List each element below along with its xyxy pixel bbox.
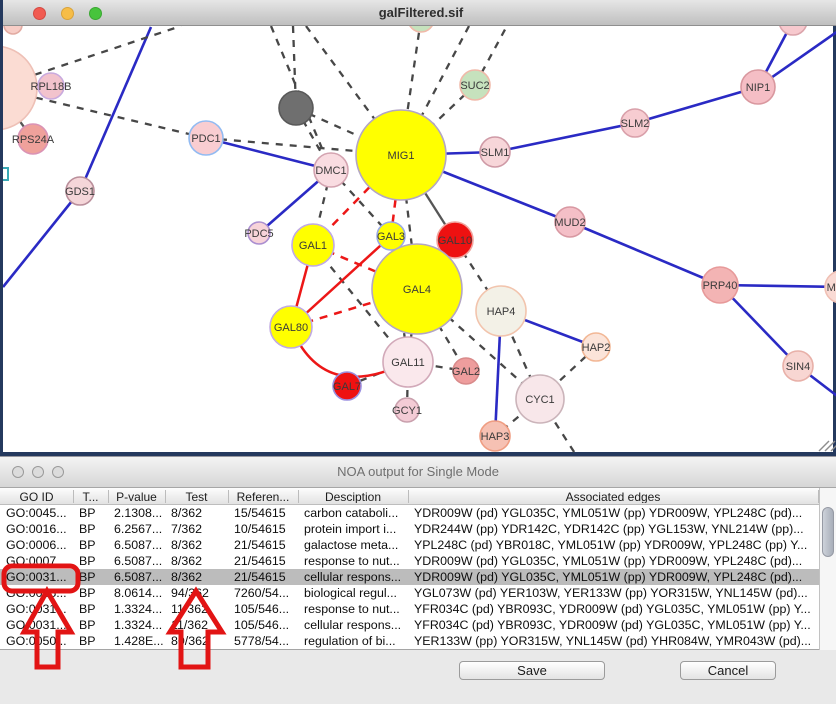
cell: YDR009W (pd) YGL035C, YML051W (pp) YDR00… bbox=[414, 570, 824, 584]
table-row[interactable]: GO:0045...BP2.1308...8/36215/54615carbon… bbox=[0, 505, 819, 521]
node-label: GAL4 bbox=[403, 284, 431, 296]
save-button[interactable]: Save bbox=[459, 661, 605, 680]
node-label: GDS1 bbox=[65, 186, 95, 198]
table-row[interactable]: GO:0031...BP6.5087...8/36221/54615cellul… bbox=[0, 569, 819, 585]
node-label: PDC5 bbox=[244, 228, 273, 240]
cell: YDR009W (pd) YGL035C, YML051W (pp) YDR00… bbox=[414, 506, 824, 520]
table-row[interactable]: GO:0006...BP6.5087...8/36221/54615galact… bbox=[0, 537, 819, 553]
column-header-go-id[interactable]: GO ID bbox=[0, 490, 74, 503]
table-header: GO IDT...P-valueTestReferen...Desciption… bbox=[0, 488, 836, 505]
cell: YFR034C (pd) YBR093C, YDR009W (pd) YGL03… bbox=[414, 602, 824, 616]
vertical-scrollbar[interactable] bbox=[819, 488, 836, 650]
cell: YFR034C (pd) YBR093C, YDR009W (pd) YGL03… bbox=[414, 618, 824, 632]
cell: YDR009W (pd) YGL035C, YML051W (pp) YDR00… bbox=[414, 554, 824, 568]
network-window: RPL18B RPS24A GDS1 PDC1 MIG1 SUC2 SLM1 SLM2 NIP1… bbox=[0, 0, 836, 456]
cell: YDR244W (pp) YDR142C, YDR142C (pp) YGL15… bbox=[414, 522, 824, 536]
cell: YPL248C (pd) YBR018C, YML051W (pp) YDR00… bbox=[414, 538, 824, 552]
node-label: GCY1 bbox=[392, 405, 422, 417]
node-label: SUC2 bbox=[460, 80, 489, 92]
scrollbar-thumb[interactable] bbox=[822, 507, 834, 557]
column-header-desciption[interactable]: Desciption bbox=[298, 490, 409, 503]
edge-SLM2-NIP1[interactable] bbox=[635, 87, 758, 123]
node-darknode[interactable] bbox=[279, 91, 313, 125]
column-header-t-[interactable]: T... bbox=[73, 490, 109, 503]
node-label: GAL7 bbox=[333, 381, 361, 393]
node-label: SIN4 bbox=[786, 361, 810, 373]
node-label: MUD2 bbox=[554, 217, 585, 229]
column-header-p-value[interactable]: P-value bbox=[108, 490, 166, 503]
node-label: HAP2 bbox=[582, 342, 611, 354]
network-window-title: galFiltered.sif bbox=[3, 5, 836, 20]
node-label: GAL11 bbox=[391, 357, 424, 369]
column-header-test[interactable]: Test bbox=[165, 490, 229, 503]
edge-SLM1-SLM2[interactable] bbox=[495, 123, 635, 152]
node-label: GAL2 bbox=[452, 366, 480, 378]
network-titlebar: galFiltered.sif bbox=[3, 0, 836, 26]
table-row[interactable]: GO:0031...BP1.3324...11/362105/546...res… bbox=[0, 601, 819, 617]
noa-titlebar: NOA output for Single Mode bbox=[0, 457, 836, 488]
noa-window: NOA output for Single Mode GO IDT...P-va… bbox=[0, 456, 836, 704]
node-label: CYC1 bbox=[525, 394, 554, 406]
edge-GDS1-left1[interactable] bbox=[3, 191, 80, 287]
network-canvas[interactable]: RPL18B RPS24A GDS1 PDC1 MIG1 SUC2 SLM1 SLM2 NIP1… bbox=[3, 0, 836, 456]
node-label: MIG1 bbox=[388, 150, 415, 162]
node-label: SLM2 bbox=[621, 118, 650, 130]
node-label: NIP1 bbox=[746, 82, 770, 94]
cell: YGL073W (pd) YER103W, YER133W (pp) YOR31… bbox=[414, 586, 824, 600]
node-label: GAL3 bbox=[377, 231, 405, 243]
node-label: PRP40 bbox=[703, 280, 738, 292]
node-label: PDC1 bbox=[191, 133, 220, 145]
canvas-handle bbox=[3, 168, 8, 180]
table-row[interactable]: GO:0007...BP6.5087...8/36221/54615respon… bbox=[0, 553, 819, 569]
edge-top1-GDS1[interactable] bbox=[80, 27, 151, 191]
table-row[interactable]: GO:0065...BP8.0614...94/3627260/54...bio… bbox=[0, 585, 819, 601]
node-label: SLM1 bbox=[481, 147, 510, 159]
edge-MUD2-PRP40[interactable] bbox=[570, 222, 720, 285]
cell: YER133W (pp) YOR315W, YNL145W (pd) YHR08… bbox=[414, 634, 824, 648]
node-label: HAP4 bbox=[487, 306, 516, 318]
node-label: GAL10 bbox=[438, 235, 472, 247]
resize-grip-icon[interactable] bbox=[819, 441, 836, 451]
column-header-referen-[interactable]: Referen... bbox=[228, 490, 299, 503]
node-label: RPS24A bbox=[12, 134, 55, 146]
noa-window-title: NOA output for Single Mode bbox=[0, 464, 836, 479]
node-label: MSL5 bbox=[827, 282, 836, 294]
table-row[interactable]: GO:0016...BP6.2567...7/36210/54615protei… bbox=[0, 521, 819, 537]
node-label: GAL1 bbox=[299, 240, 327, 252]
node-label: RPL18B bbox=[31, 81, 72, 93]
node-label: GAL80 bbox=[274, 322, 308, 334]
column-header-associated-edges[interactable]: Associated edges bbox=[408, 490, 819, 503]
node-label: HAP3 bbox=[481, 431, 510, 443]
node-label: DMC1 bbox=[315, 165, 346, 177]
table-row[interactable]: GO:0050...BP1.428E...80/3625778/54...reg… bbox=[0, 633, 819, 649]
results-table: GO:0045...BP2.1308...8/36215/54615carbon… bbox=[0, 505, 836, 650]
table-row[interactable]: GO:0031...BP1.3324...11/362105/546...cel… bbox=[0, 617, 819, 633]
cancel-button[interactable]: Cancel bbox=[680, 661, 776, 680]
